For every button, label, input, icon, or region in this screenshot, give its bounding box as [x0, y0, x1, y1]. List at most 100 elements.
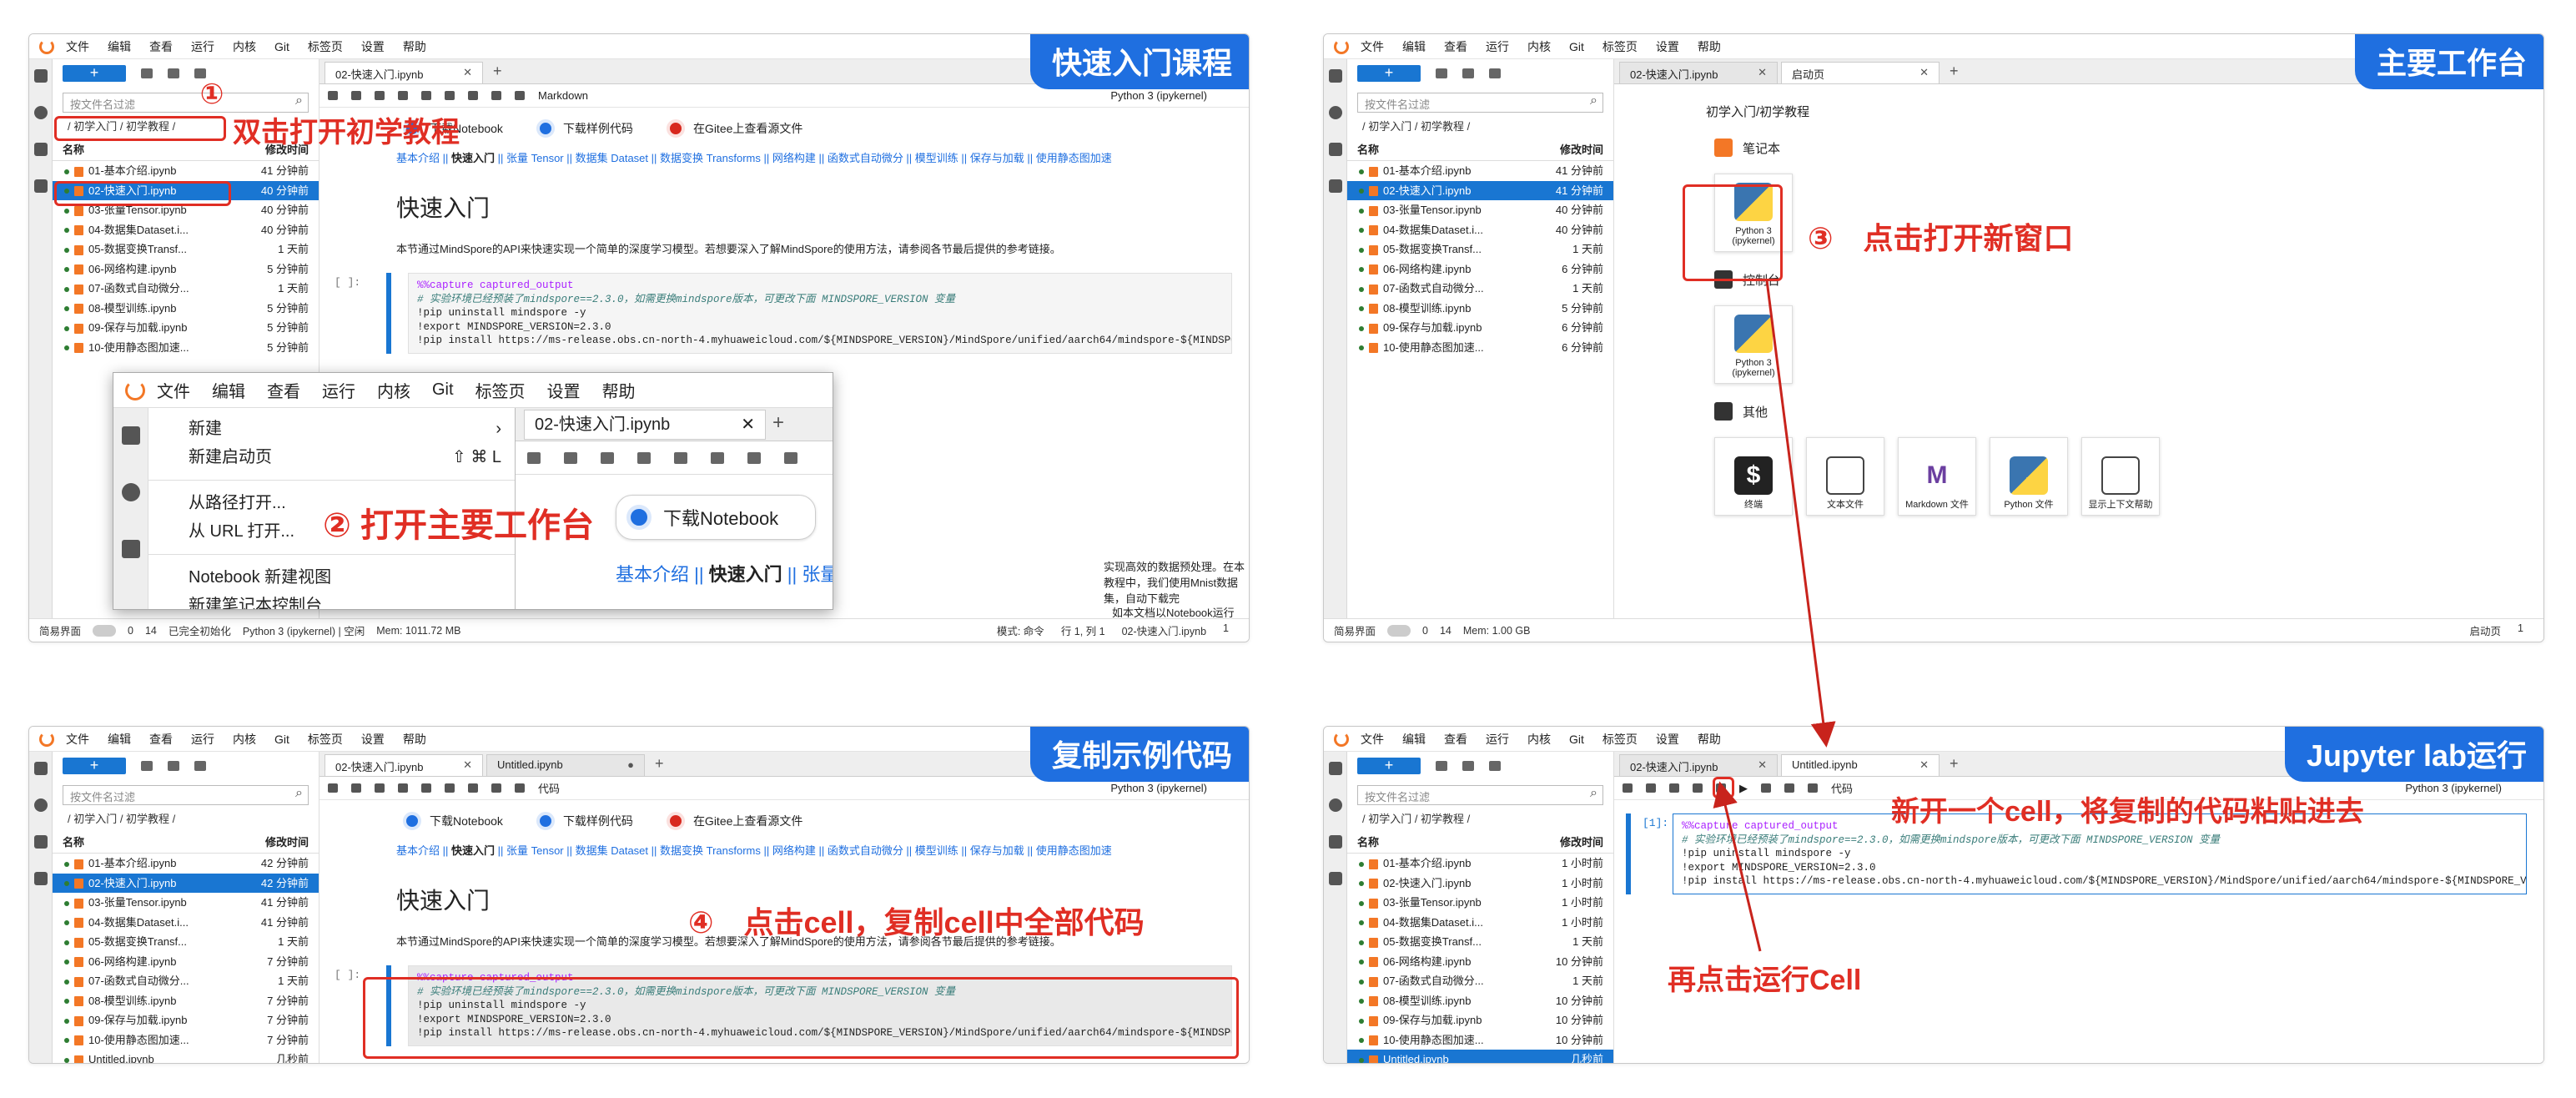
running-icon[interactable]	[1329, 798, 1342, 812]
toc-icon[interactable]	[34, 835, 48, 849]
tab-quickstart[interactable]: 02-快速入门.ipynb ✕	[325, 754, 483, 776]
notification-count[interactable]: 1	[2518, 622, 2523, 638]
toc-icon[interactable]	[34, 143, 48, 156]
menu-git[interactable]: Git	[1569, 40, 1584, 53]
file-row[interactable]: 03-张量Tensor.ipynb 1 小时前	[1347, 893, 1613, 913]
breadcrumb[interactable]: / 初学入门 / 初学教程 /	[1357, 810, 1603, 829]
fast-forward-icon[interactable]	[1808, 783, 1818, 793]
stop-icon[interactable]	[1761, 783, 1771, 793]
code-cell[interactable]: [ ]: %%capture captured_output # 实验环境已经预…	[335, 273, 1232, 354]
upload-icon[interactable]	[1462, 68, 1474, 78]
insert-cell-icon[interactable]	[351, 783, 361, 793]
restart-icon[interactable]	[1784, 783, 1794, 793]
nav-rest-links[interactable]: 张量 Tensor || 数据集 Dataset || 数据变换 Transfo…	[506, 844, 1112, 857]
close-icon[interactable]: ✕	[741, 410, 755, 439]
file-row[interactable]: 09-保存与加载.ipynb 10 分钟前	[1347, 1010, 1613, 1030]
menu-edit[interactable]: 编辑	[108, 731, 131, 748]
menu-tabs[interactable]: 标签页	[1602, 731, 1638, 748]
save-icon[interactable]	[527, 451, 541, 464]
menu-view[interactable]: 查看	[149, 38, 173, 55]
card-python-file[interactable]: Python 文件	[1990, 437, 2068, 516]
col-name[interactable]: 名称	[63, 834, 265, 849]
new-folder-icon[interactable]	[141, 761, 153, 771]
upload-icon[interactable]	[168, 761, 179, 771]
file-filter-input[interactable]: 按文件名过滤	[63, 785, 309, 805]
copy-icon[interactable]	[398, 783, 408, 793]
file-filter-input[interactable]: 按文件名过滤	[1357, 785, 1603, 805]
gitee-button[interactable]: 在Gitee上查看源文件	[666, 119, 802, 138]
file-row[interactable]: 10-使用静态图加速... 10 分钟前	[1347, 1030, 1613, 1050]
gitee-button[interactable]: 在Gitee上查看源文件	[666, 812, 802, 830]
tab-quickstart[interactable]: 02-快速入门.ipynb ✕	[325, 62, 483, 83]
nav-rest-links[interactable]: 张量 Tensor || 数据集 Dataset || 数据变换 Transfo…	[802, 564, 833, 585]
menu-view[interactable]: 查看	[149, 731, 173, 748]
tab-untitled[interactable]: Untitled.ipynb ●	[486, 754, 645, 776]
folder-icon[interactable]	[1329, 69, 1342, 83]
simple-mode-toggle[interactable]	[1387, 624, 1411, 637]
copy-icon[interactable]	[1693, 783, 1703, 793]
menu-settings[interactable]: 设置	[547, 378, 581, 402]
simple-mode-toggle[interactable]	[93, 624, 117, 637]
menu-run[interactable]: 运行	[191, 38, 214, 55]
menu-git[interactable]: Git	[274, 40, 289, 53]
cut-icon[interactable]	[1669, 783, 1679, 793]
new-launcher-button[interactable]: +	[63, 65, 126, 82]
toc-icon[interactable]	[122, 540, 140, 558]
running-icon[interactable]	[34, 798, 48, 812]
folder-icon[interactable]	[1329, 762, 1342, 775]
file-row[interactable]: 06-网络构建.ipynb 6 分钟前	[1347, 259, 1613, 280]
tab-quickstart[interactable]: 02-快速入门.ipynb ✕	[1619, 62, 1778, 83]
cut-icon[interactable]	[375, 783, 385, 793]
insert-cell-icon[interactable]	[1646, 783, 1656, 793]
menu-tabs[interactable]: 标签页	[475, 378, 526, 402]
file-row[interactable]: 10-使用静态图加速... 7 分钟前	[53, 1030, 319, 1050]
cell-type-select[interactable]: 代码	[538, 780, 560, 796]
menu-settings[interactable]: 设置	[1656, 38, 1679, 55]
file-row[interactable]: 04-数据集Dataset.i... 40 分钟前	[1347, 220, 1613, 240]
col-modified[interactable]: 修改时间	[1560, 141, 1603, 157]
menu-run[interactable]: 运行	[191, 731, 214, 748]
upload-icon[interactable]	[1462, 761, 1474, 771]
file-row[interactable]: 02-快速入门.ipynb 1 小时前	[1347, 874, 1613, 894]
folder-icon[interactable]	[34, 69, 48, 83]
copy-icon[interactable]	[637, 451, 651, 464]
toc-icon[interactable]	[1329, 143, 1342, 156]
cell-type-select[interactable]: 代码	[1831, 780, 1853, 796]
copy-icon[interactable]	[398, 91, 408, 100]
menu-git[interactable]: Git	[274, 733, 289, 746]
extension-icon[interactable]	[1329, 872, 1342, 885]
run-cell-icon[interactable]: ▶	[1739, 782, 1748, 795]
kernel-indicator[interactable]: Python 3 (ipykernel)	[1110, 782, 1207, 794]
menu-item-new-launcher[interactable]: 新建启动页 ⇧ ⌘ L	[148, 443, 515, 471]
refresh-icon[interactable]	[1489, 68, 1501, 78]
file-row[interactable]: 06-网络构建.ipynb 7 分钟前	[53, 952, 319, 972]
menu-kernel[interactable]: 内核	[1527, 731, 1551, 748]
download-code-button[interactable]: 下载样例代码	[536, 119, 633, 138]
menu-file[interactable]: 文件	[1361, 731, 1384, 748]
file-row[interactable]: 05-数据变换Transf... 1 天前	[53, 932, 319, 952]
add-tab-icon[interactable]: +	[648, 755, 671, 776]
menu-help[interactable]: 帮助	[403, 731, 426, 748]
kernel-indicator[interactable]: Python 3 (ipykernel)	[1110, 89, 1207, 102]
menu-run[interactable]: 运行	[1486, 38, 1509, 55]
refresh-icon[interactable]	[1489, 761, 1501, 771]
run-icon[interactable]	[445, 783, 455, 793]
file-row[interactable]: 08-模型训练.ipynb 10 分钟前	[1347, 991, 1613, 1011]
file-row[interactable]: 01-基本介绍.ipynb 41 分钟前	[53, 161, 319, 181]
menu-settings[interactable]: 设置	[1656, 731, 1679, 748]
restart-icon[interactable]	[491, 91, 501, 100]
file-row[interactable]: 02-快速入门.ipynb 41 分钟前	[1347, 180, 1613, 200]
menu-edit[interactable]: 编辑	[108, 38, 131, 55]
menu-edit[interactable]: 编辑	[1402, 38, 1426, 55]
close-icon[interactable]: ✕	[463, 66, 472, 80]
menu-edit[interactable]: 编辑	[212, 378, 245, 402]
refresh-icon[interactable]	[194, 68, 206, 78]
stop-icon[interactable]	[747, 451, 761, 464]
breadcrumb[interactable]: / 初学入门 / 初学教程 /	[1357, 118, 1603, 136]
fast-forward-icon[interactable]	[515, 783, 525, 793]
new-folder-icon[interactable]	[141, 68, 153, 78]
col-modified[interactable]: 修改时间	[1560, 834, 1603, 849]
toc-icon[interactable]	[1329, 835, 1342, 849]
save-icon[interactable]	[328, 783, 338, 793]
menu-file[interactable]: 文件	[1361, 38, 1384, 55]
